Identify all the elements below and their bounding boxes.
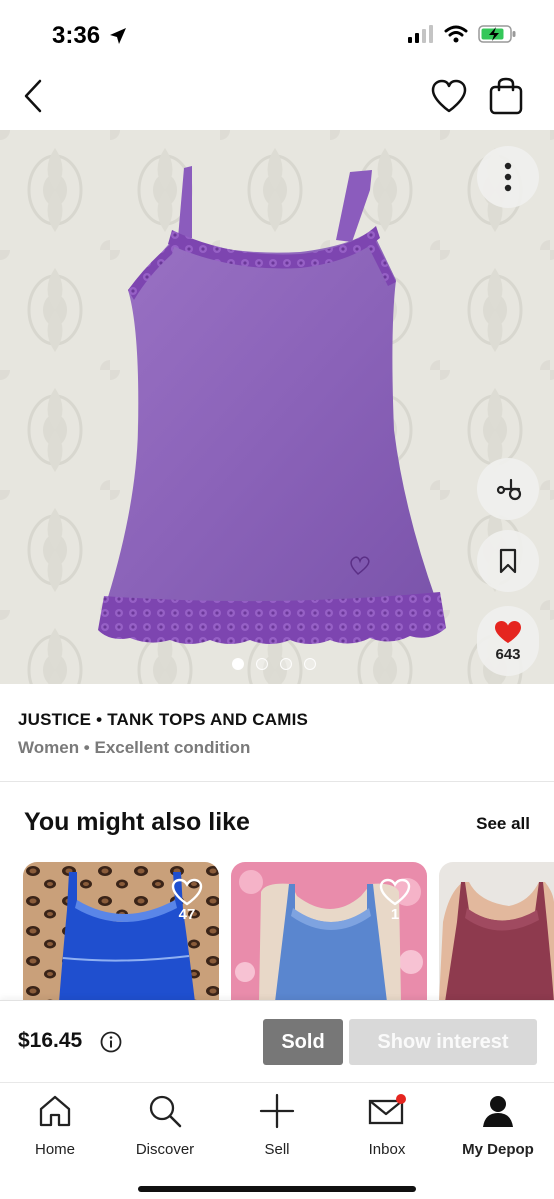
tab-home[interactable]: Home — [0, 1091, 110, 1161]
location-arrow-icon — [108, 26, 128, 51]
save-button[interactable] — [477, 530, 539, 592]
status-time: 3:36 — [52, 22, 101, 49]
recommendation-like-count: 47 — [178, 906, 196, 923]
product-meta: Women • Excellent condition — [18, 738, 251, 757]
recommendation-like-button[interactable]: 47 — [169, 878, 205, 934]
recommendation-card[interactable]: 1 — [231, 862, 427, 1002]
favorite-button[interactable] — [430, 78, 468, 116]
mail-icon — [367, 1091, 407, 1131]
carousel-dot-1[interactable] — [232, 658, 244, 670]
bookmark-icon — [499, 548, 517, 574]
tab-label: Sell — [264, 1141, 290, 1158]
recommendation-photo — [439, 862, 554, 1002]
nav-header — [0, 66, 554, 130]
carousel-pagination — [232, 658, 316, 670]
cellular-signal-icon — [408, 25, 434, 48]
heart-outline-icon — [379, 878, 411, 906]
tab-label: My Depop — [462, 1141, 534, 1158]
product-photo — [0, 130, 554, 684]
price: $16.45 — [18, 1029, 83, 1052]
tab-label: Home — [34, 1141, 75, 1158]
recommendation-like-count: 1 — [390, 906, 400, 923]
tab-label: Inbox — [368, 1141, 406, 1158]
carousel-dot-2[interactable] — [256, 658, 268, 670]
product-info: JUSTICE • TANK TOPS AND CAMIS Women • Ex… — [0, 684, 554, 782]
profile-icon — [478, 1091, 518, 1131]
home-icon — [35, 1091, 75, 1131]
bag-button[interactable] — [488, 76, 524, 116]
like-count: 643 — [495, 645, 521, 663]
recommendation-card[interactable]: 47 — [23, 862, 219, 1002]
tab-label: Discover — [135, 1141, 195, 1158]
info-icon[interactable] — [100, 1031, 122, 1053]
shopping-bag-icon — [489, 77, 523, 115]
recommendation-card[interactable] — [439, 862, 554, 1002]
battery-charging-icon — [478, 24, 518, 49]
show-interest-button[interactable]: Show interest — [349, 1019, 537, 1065]
tab-bar: Home Discover Sell Inbox My Depop — [0, 1082, 554, 1199]
wifi-icon — [444, 25, 468, 48]
back-button[interactable] — [18, 76, 48, 116]
back-chevron-icon — [24, 79, 42, 113]
recommendations-title: You might also like — [24, 808, 250, 836]
tab-discover[interactable]: Discover — [110, 1091, 220, 1161]
product-image-carousel[interactable]: 643 — [0, 130, 554, 684]
heart-outline-icon — [431, 79, 467, 113]
more-options-button[interactable] — [477, 146, 539, 208]
brand-category[interactable]: JUSTICE • TANK TOPS AND CAMIS — [18, 710, 308, 730]
plus-icon — [257, 1091, 297, 1131]
see-all-link[interactable]: See all — [476, 814, 530, 834]
heart-outline-icon — [171, 878, 203, 906]
tab-inbox[interactable]: Inbox — [332, 1091, 442, 1161]
recommendation-like-button[interactable]: 1 — [377, 878, 413, 934]
sold-button: Sold — [263, 1019, 343, 1065]
search-icon — [145, 1091, 185, 1131]
tab-sell[interactable]: Sell — [222, 1091, 332, 1161]
more-vertical-icon — [504, 162, 512, 192]
heart-filled-icon — [495, 620, 521, 643]
tab-my-depop[interactable]: My Depop — [443, 1091, 553, 1161]
status-bar: 3:36 — [0, 0, 554, 66]
scissors-icon — [496, 478, 522, 501]
purchase-bar: $16.45 Sold Show interest — [0, 1000, 554, 1082]
home-indicator — [138, 1186, 416, 1192]
carousel-dot-3[interactable] — [280, 658, 292, 670]
status-indicators — [408, 24, 518, 49]
carousel-dot-4[interactable] — [304, 658, 316, 670]
make-offer-button[interactable] — [477, 458, 539, 520]
like-button[interactable]: 643 — [477, 606, 539, 676]
